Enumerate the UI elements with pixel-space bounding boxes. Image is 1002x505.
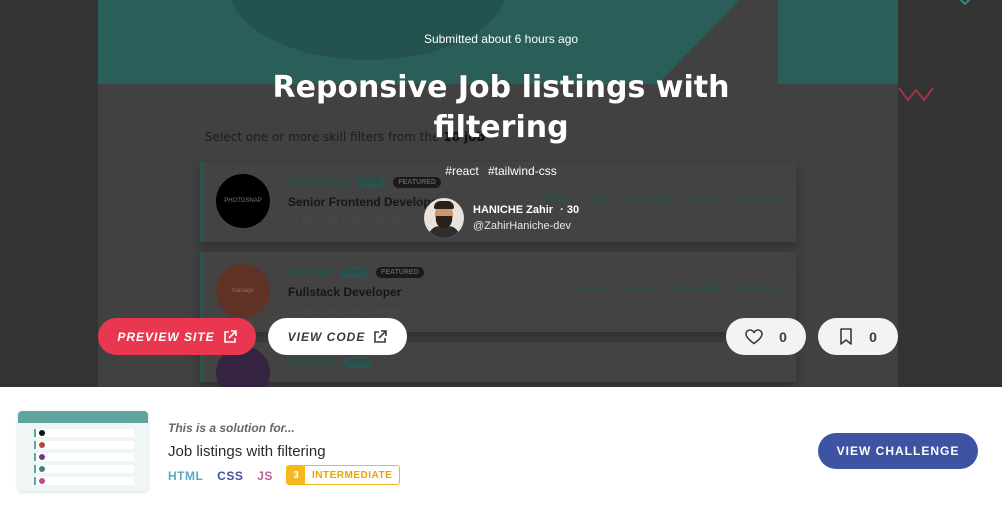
like-button[interactable]: 0 xyxy=(726,318,806,355)
solution-tags: #react #tailwind-css xyxy=(0,164,1002,178)
language-tag: JS xyxy=(257,469,273,483)
author-info: HANICHE Zahir · 30 @ZahirHaniche-dev xyxy=(473,204,579,232)
language-tag: HTML xyxy=(168,469,204,483)
decorative-zigzag-icon xyxy=(898,87,934,102)
challenge-thumbnail[interactable] xyxy=(18,411,148,491)
tag-link[interactable]: #tailwind-css xyxy=(488,164,557,178)
language-list: HTML CSS JS xyxy=(168,469,273,483)
difficulty-badge: 3 INTERMEDIATE xyxy=(286,465,401,485)
preview-site-button[interactable]: PREVIEW SITE xyxy=(98,318,256,355)
author-name[interactable]: HANICHE Zahir · 30 xyxy=(473,204,579,216)
decorative-chevron-icon xyxy=(959,0,971,6)
bookmark-icon xyxy=(840,328,852,345)
language-tag: CSS xyxy=(217,469,244,483)
submitted-time: Submitted about 6 hours ago xyxy=(423,32,579,46)
solution-title: Reponsive Job listings with filtering xyxy=(272,70,730,145)
author-block[interactable]: HANICHE Zahir · 30 @ZahirHaniche-dev xyxy=(424,198,579,238)
external-link-icon xyxy=(374,329,388,343)
view-code-button[interactable]: VIEW CODE xyxy=(268,318,407,355)
view-challenge-button[interactable]: VIEW CHALLENGE xyxy=(818,433,978,469)
like-count: 0 xyxy=(779,328,787,345)
heart-icon xyxy=(745,328,763,344)
difficulty-number: 3 xyxy=(287,466,305,484)
solution-for-label: This is a solution for... xyxy=(168,421,295,435)
external-link-icon xyxy=(223,329,237,343)
bookmark-count: 0 xyxy=(869,328,877,345)
difficulty-label: INTERMEDIATE xyxy=(312,469,393,481)
solution-hero: Select one or more skill filters from th… xyxy=(0,0,1002,387)
challenge-info-bar: This is a solution for... Job listings w… xyxy=(0,387,1002,505)
bookmark-button[interactable]: 0 xyxy=(818,318,898,355)
author-reputation: · 30 xyxy=(560,204,580,216)
challenge-name-link[interactable]: Job listings with filtering xyxy=(168,443,326,460)
author-handle[interactable]: @ZahirHaniche-dev xyxy=(473,220,579,232)
tag-link[interactable]: #react xyxy=(445,164,478,178)
avatar[interactable] xyxy=(424,198,464,238)
